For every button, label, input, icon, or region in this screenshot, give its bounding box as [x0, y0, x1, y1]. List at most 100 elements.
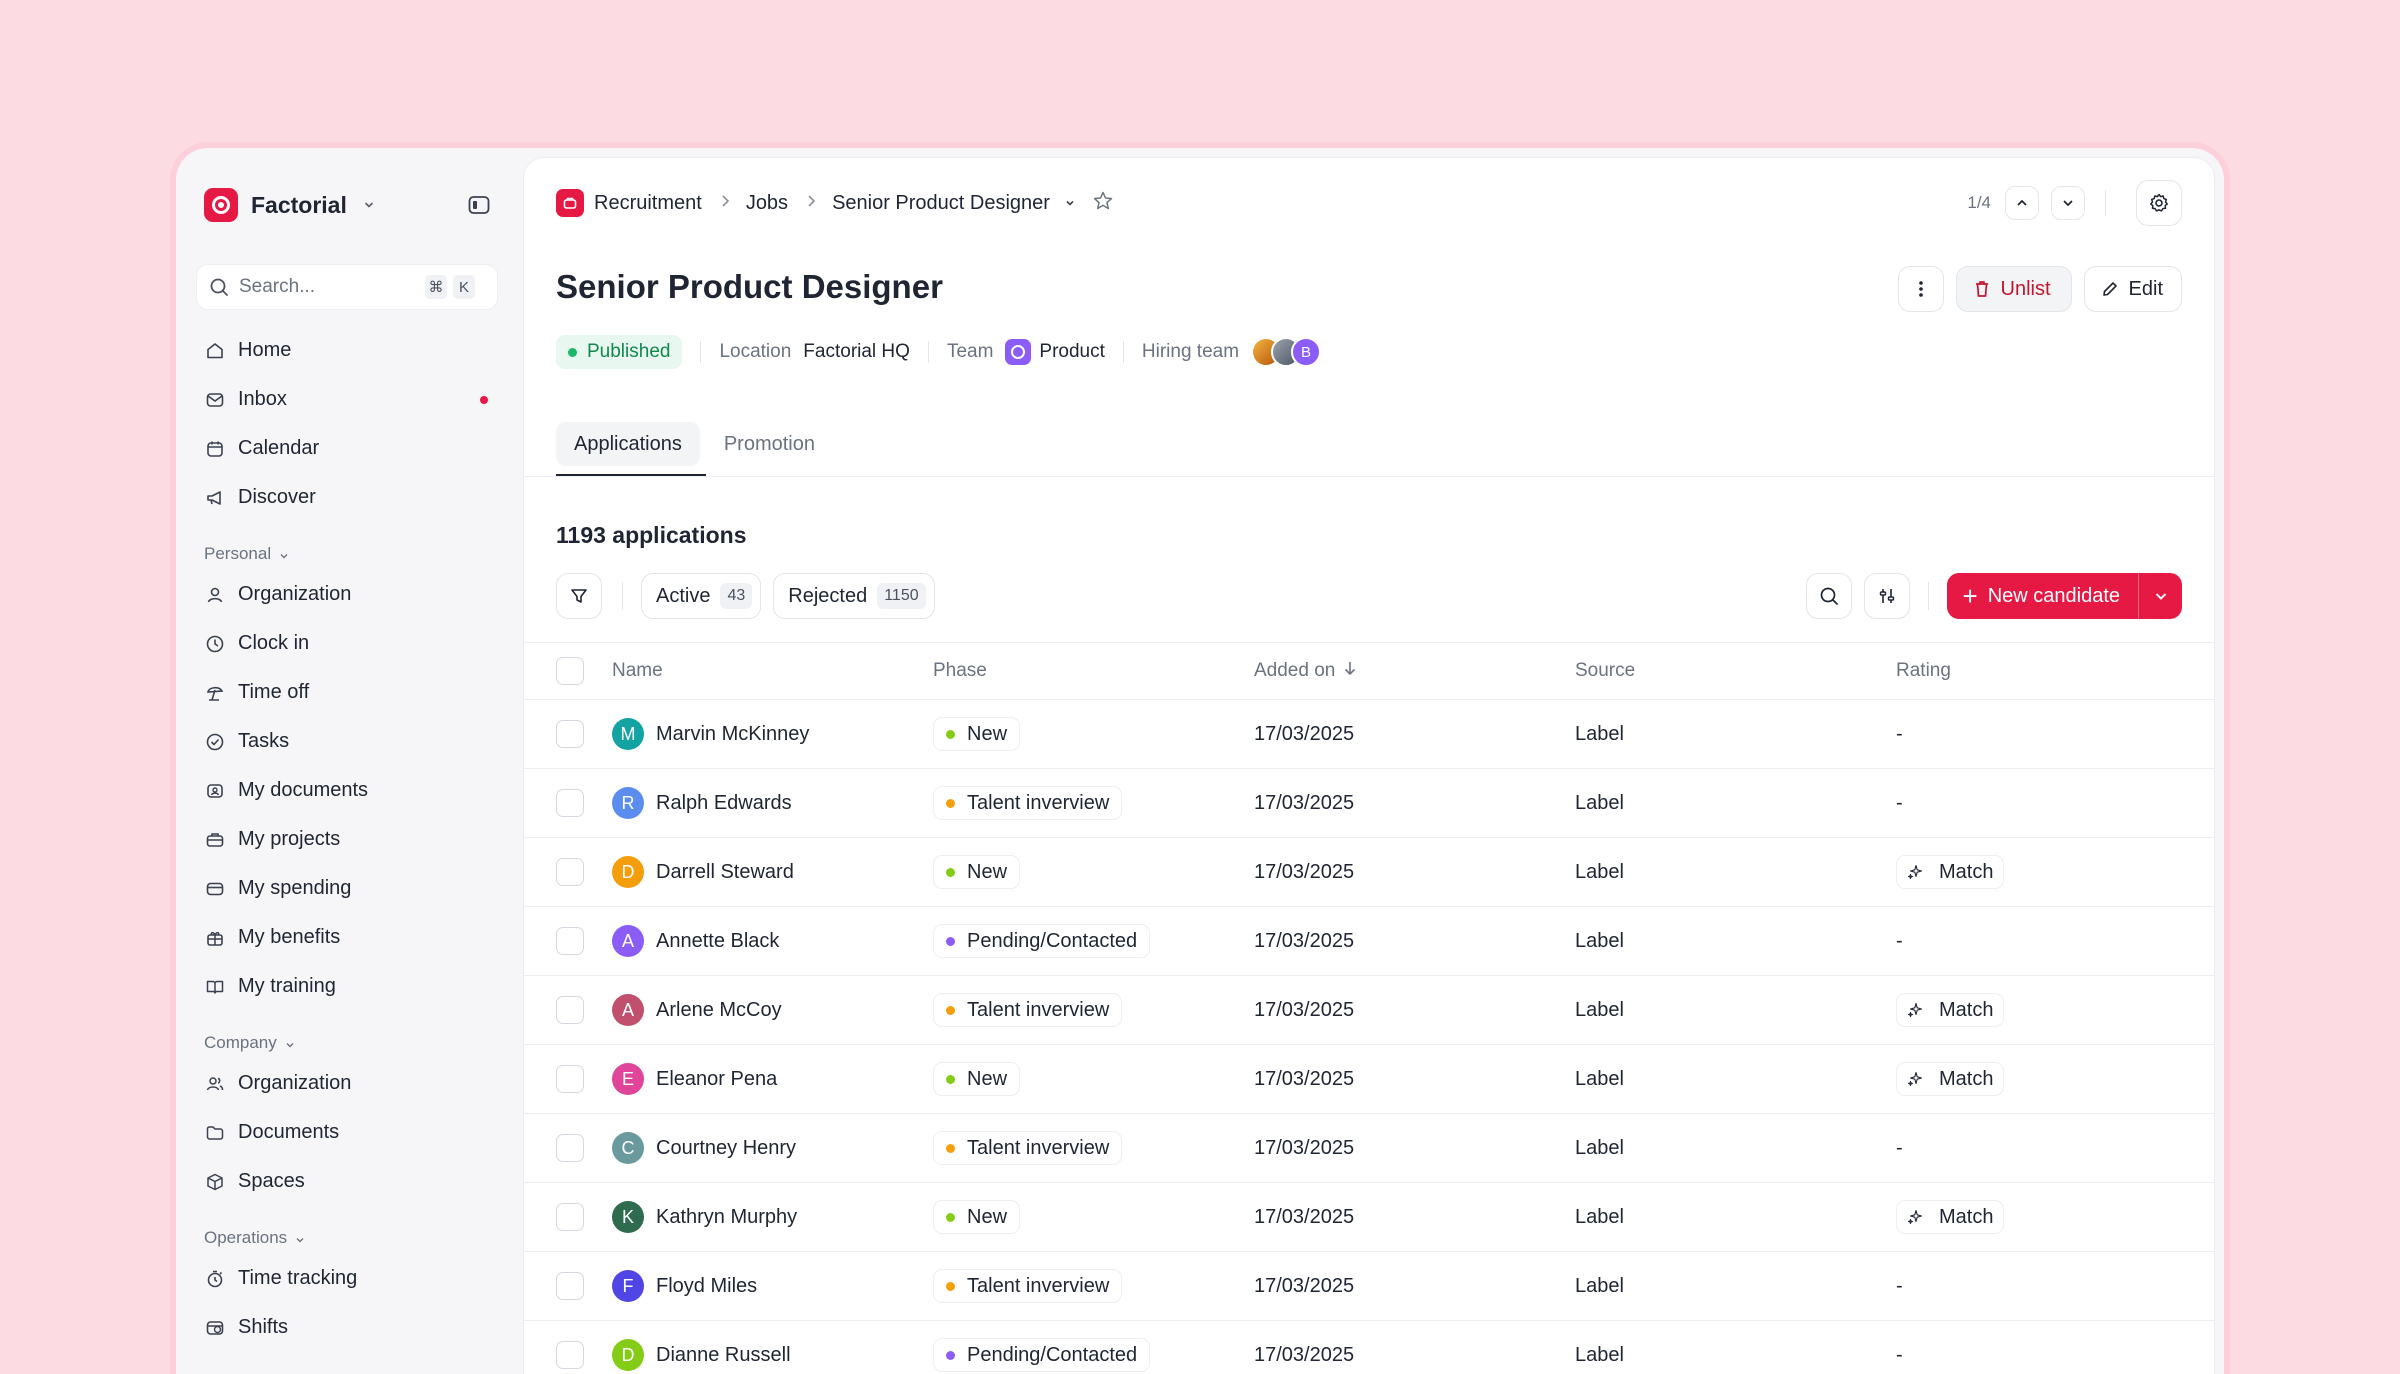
column-rating[interactable]: Rating — [1896, 660, 1951, 682]
candidate-name[interactable]: Arlene McCoy — [656, 999, 782, 1022]
sidebar-item-shifts[interactable]: Shifts — [200, 1303, 500, 1352]
sidebar-item-time-tracking[interactable]: Time tracking — [200, 1254, 500, 1303]
table-row[interactable]: A Annette Black Pending/Contacted 17/03/202… — [524, 907, 2214, 976]
unlist-button[interactable]: Unlist — [1955, 266, 2072, 312]
sidebar-item-discover[interactable]: Discover — [200, 473, 500, 522]
sidebar-item-my-spending[interactable]: My spending — [200, 864, 500, 913]
more-options-button[interactable] — [1897, 266, 1944, 312]
sidebar-item-my-documents[interactable]: My documents — [200, 766, 500, 815]
row-checkbox[interactable] — [556, 1341, 584, 1369]
candidate-name[interactable]: Dianne Russell — [656, 1344, 791, 1367]
rating-text: - — [1896, 929, 1903, 952]
phase-dot — [946, 798, 955, 808]
trash-icon — [1975, 281, 1988, 297]
search-input[interactable] — [239, 276, 419, 298]
table-row[interactable]: A Arlene McCoy Talent inverview 17/03/2025 L… — [524, 976, 2214, 1045]
search-box[interactable]: ⌘ K — [196, 264, 498, 310]
chevron-down-icon[interactable] — [1064, 197, 1076, 209]
sidebar-item-organization[interactable]: Organization — [200, 570, 500, 619]
column-added-on[interactable]: Added on — [1254, 660, 1335, 682]
sidebar-item-inbox[interactable]: Inbox — [200, 375, 500, 424]
previous-button[interactable] — [2005, 186, 2039, 220]
star-icon[interactable] — [1092, 190, 1114, 217]
avatar: E — [612, 1063, 644, 1095]
tab-applications[interactable]: Applications — [556, 422, 700, 466]
breadcrumb-jobs[interactable]: Jobs — [746, 192, 788, 215]
candidate-name[interactable]: Ralph Edwards — [656, 792, 792, 815]
sidebar-item-company-organization[interactable]: Organization — [200, 1059, 500, 1108]
table-row[interactable]: F Floyd Miles Talent inverview 17/03/2025 La… — [524, 1252, 2214, 1321]
sidebar-item-documents[interactable]: Documents — [200, 1108, 500, 1157]
row-checkbox[interactable] — [556, 927, 584, 955]
sidebar-item-my-training[interactable]: My training — [200, 962, 500, 1011]
table-row[interactable]: C Courtney Henry Talent inverview 17/03/202… — [524, 1114, 2214, 1183]
brand-switcher[interactable]: Factorial — [204, 188, 379, 222]
table-row[interactable]: E Eleanor Pena New 17/03/2025 Label Match — [524, 1045, 2214, 1114]
candidate-name[interactable]: Annette Black — [656, 930, 779, 953]
section-company[interactable]: Company — [200, 1011, 500, 1059]
next-button[interactable] — [2051, 186, 2085, 220]
candidate-name[interactable]: Eleanor Pena — [656, 1068, 777, 1091]
row-checkbox[interactable] — [556, 789, 584, 817]
row-checkbox[interactable] — [556, 1272, 584, 1300]
hiring-team-avatars[interactable]: B — [1251, 337, 1322, 367]
select-all-checkbox[interactable] — [556, 657, 584, 685]
section-operations[interactable]: Operations — [200, 1206, 500, 1254]
arrow-down-icon[interactable] — [1343, 660, 1357, 682]
row-checkbox[interactable] — [556, 858, 584, 886]
sidebar-item-time-off[interactable]: Time off — [200, 668, 500, 717]
megaphone-icon — [204, 487, 226, 509]
sidebar-item-spaces[interactable]: Spaces — [200, 1157, 500, 1206]
tab-promotion[interactable]: Promotion — [706, 422, 833, 466]
table-row[interactable]: K Kathryn Murphy New 17/03/2025 Label Match — [524, 1183, 2214, 1252]
table-settings-button[interactable] — [1863, 573, 1910, 619]
row-checkbox[interactable] — [556, 996, 584, 1024]
sidebar-item-label: Time tracking — [238, 1267, 358, 1289]
column-name[interactable]: Name — [612, 660, 663, 682]
candidate-name[interactable]: Kathryn Murphy — [656, 1206, 797, 1229]
edit-button[interactable]: Edit — [2083, 266, 2182, 312]
new-candidate-button[interactable]: + New candidate — [1946, 573, 2138, 619]
row-checkbox[interactable] — [556, 1065, 584, 1093]
column-phase[interactable]: Phase — [933, 660, 987, 682]
breadcrumb-recruitment[interactable]: Recruitment — [594, 192, 702, 215]
chevron-up-icon — [2017, 199, 2027, 206]
table-row[interactable]: D Darrell Steward New 17/03/2025 Label Match — [524, 838, 2214, 907]
row-checkbox[interactable] — [556, 1203, 584, 1231]
source-text: Label — [1575, 1274, 1624, 1297]
beach-icon — [204, 682, 226, 704]
sidebar-item-clock-in[interactable]: Clock in — [200, 619, 500, 668]
sidebar-item-calendar[interactable]: Calendar — [200, 424, 500, 473]
active-filter-button[interactable]: Active 43 — [641, 573, 762, 619]
section-personal[interactable]: Personal — [200, 522, 500, 570]
phase-dot — [946, 936, 955, 946]
table-row[interactable]: D Dianne Russell Pending/Contacted 17/03/20… — [524, 1321, 2214, 1374]
row-checkbox[interactable] — [556, 720, 584, 748]
candidate-name[interactable]: Floyd Miles — [656, 1275, 757, 1298]
sidebar-toggle-icon[interactable] — [466, 192, 492, 218]
candidate-name[interactable]: Marvin McKinney — [656, 723, 809, 746]
filter-button[interactable] — [556, 573, 602, 619]
sidebar-item-home[interactable]: Home — [200, 326, 500, 375]
rating-text: Match — [1939, 998, 1994, 1021]
phase-dot — [946, 1074, 955, 1084]
breadcrumb-current[interactable]: Senior Product Designer — [832, 192, 1050, 215]
row-checkbox[interactable] — [556, 1134, 584, 1162]
column-source[interactable]: Source — [1575, 660, 1635, 682]
phase-badge: Pending/Contacted — [933, 924, 1151, 958]
match-badge: Match — [1896, 855, 2005, 889]
phase-badge: New — [933, 1200, 1021, 1234]
table-row[interactable]: M Marvin McKinney New 17/03/2025 Label - — [524, 700, 2214, 769]
table-search-button[interactable] — [1805, 573, 1852, 619]
settings-button[interactable] — [2136, 180, 2182, 226]
new-candidate-dropdown[interactable] — [2138, 573, 2182, 619]
rejected-filter-button[interactable]: Rejected 1150 — [773, 573, 935, 619]
team-value[interactable]: Product — [1039, 341, 1104, 363]
sidebar-item-my-benefits[interactable]: My benefits — [200, 913, 500, 962]
sidebar-item-my-projects[interactable]: My projects — [200, 815, 500, 864]
candidate-name[interactable]: Darrell Steward — [656, 861, 794, 884]
table-row[interactable]: R Ralph Edwards Talent inverview 17/03/2025… — [524, 769, 2214, 838]
sidebar-item-tasks[interactable]: Tasks — [200, 717, 500, 766]
phase-text: Talent inverview — [967, 1274, 1110, 1297]
candidate-name[interactable]: Courtney Henry — [656, 1137, 796, 1160]
